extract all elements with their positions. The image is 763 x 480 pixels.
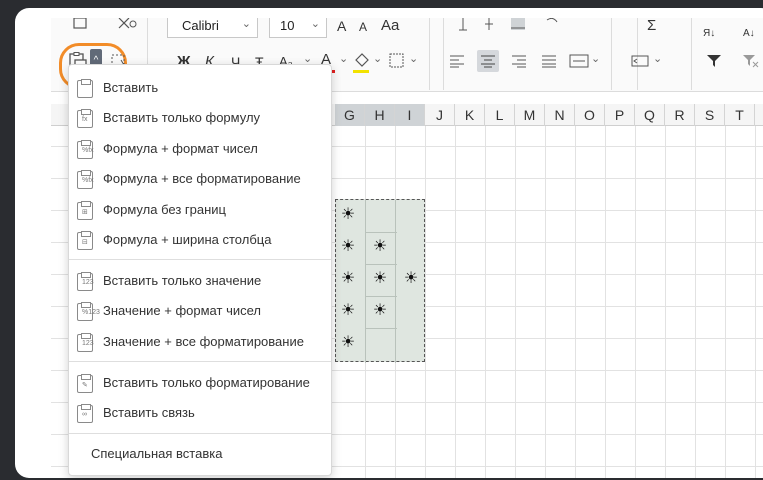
paste-link-icon: ∞ xyxy=(77,404,93,423)
align-center-button[interactable] xyxy=(477,50,499,72)
font-name-select[interactable]: Calibri ⌄ xyxy=(167,18,258,38)
column-header[interactable]: I xyxy=(395,104,425,126)
paste-values-number-format-icon: %123 xyxy=(77,302,100,321)
menu-item-paste-formatting[interactable]: ✎ Вставить только форматирование xyxy=(69,368,331,398)
sun-icon: ☀ xyxy=(372,238,388,255)
column-header[interactable]: K xyxy=(455,104,485,126)
font-size-select[interactable]: 10 ⌄ xyxy=(269,18,327,38)
paste-values-icon: 123 xyxy=(77,272,94,291)
column-header[interactable]: S xyxy=(695,104,725,126)
menu-item-label: Вставить связь xyxy=(103,405,195,420)
paste-values-all-formatting-icon: 123 xyxy=(77,333,94,352)
column-header[interactable]: P xyxy=(605,104,635,126)
clear-filter-icon[interactable] xyxy=(743,54,759,68)
sun-icon: ☀ xyxy=(340,302,356,319)
menu-item-label: Формула + формат чисел xyxy=(103,141,258,156)
column-header[interactable]: H xyxy=(365,104,395,126)
copy-icon[interactable] xyxy=(71,18,91,32)
menu-item-values-number-format[interactable]: %123 Значение + формат чисел xyxy=(69,296,331,326)
sort-ascending-button[interactable]: Я↓ xyxy=(703,24,715,44)
paste-formula-all-formatting-icon: %fx xyxy=(77,170,94,189)
sun-icon: ☀ xyxy=(340,238,356,255)
borders-icon[interactable] xyxy=(389,53,405,69)
column-header[interactable]: M xyxy=(515,104,545,126)
menu-item-paste-special[interactable]: Специальная вставка xyxy=(69,439,331,469)
paste-formula-column-width-icon: ⊟ xyxy=(77,231,93,250)
column-header[interactable]: L xyxy=(485,104,515,126)
ribbon-divider xyxy=(611,18,612,90)
filter-icon[interactable] xyxy=(707,54,721,68)
ribbon-divider xyxy=(443,18,444,90)
menu-item-formula-no-borders[interactable]: ⊞ Формула без границ xyxy=(69,195,331,225)
chevron-down-icon[interactable]: ⌄ xyxy=(409,52,418,65)
menu-item-label: Значение + формат чисел xyxy=(103,303,261,318)
column-header[interactable]: N xyxy=(545,104,575,126)
column-header[interactable]: T xyxy=(725,104,755,126)
menu-item-paste-values[interactable]: 123 Вставить только значение xyxy=(69,266,331,296)
sun-icon: ☀ xyxy=(340,334,356,351)
menu-item-formula-column-width[interactable]: ⊟ Формула + ширина столбца xyxy=(69,225,331,255)
menu-item-label: Формула без границ xyxy=(103,202,226,217)
fill-color-icon[interactable] xyxy=(353,52,371,70)
menu-item-label: Вставить только формулу xyxy=(103,110,261,125)
column-header[interactable]: J xyxy=(425,104,455,126)
sun-icon: ☀ xyxy=(372,270,388,287)
paste-options-menu: Вставить fx Вставить только формулу %fx … xyxy=(68,64,332,476)
menu-item-paste-link[interactable]: ∞ Вставить связь xyxy=(69,398,331,428)
sun-icon: ☀ xyxy=(340,270,356,287)
font-name-value: Calibri xyxy=(182,18,219,33)
chevron-down-icon: ⌄ xyxy=(310,18,320,30)
align-center-icon xyxy=(481,55,495,68)
align-right-icon[interactable] xyxy=(511,54,527,68)
column-header[interactable]: G xyxy=(335,104,365,126)
menu-item-formula-number-format[interactable]: %fx Формула + формат чисел xyxy=(69,134,331,164)
paste-icon xyxy=(77,79,93,98)
column-header[interactable]: Q xyxy=(635,104,665,126)
menu-divider xyxy=(69,361,331,362)
menu-item-formula-all-formatting[interactable]: %fx Формула + все форматирование xyxy=(69,164,331,194)
justify-icon[interactable] xyxy=(541,54,557,68)
menu-item-label: Вставить только форматирование xyxy=(103,375,310,390)
paste-formula-number-format-icon: %fx xyxy=(77,140,94,159)
font-size-value: 10 xyxy=(280,18,295,33)
paste-formatting-icon: ✎ xyxy=(77,374,93,393)
menu-divider xyxy=(69,433,331,434)
menu-item-label: Формула + ширина столбца xyxy=(103,232,272,247)
column-header[interactable]: O xyxy=(575,104,605,126)
decrease-font-button[interactable]: A xyxy=(359,20,367,34)
ribbon-divider xyxy=(691,18,692,90)
menu-item-label: Вставить xyxy=(103,80,159,95)
menu-divider xyxy=(69,259,331,260)
sun-icon: ☀ xyxy=(403,270,419,287)
menu-item-values-all-formatting[interactable]: 123 Значение + все форматирование xyxy=(69,327,331,357)
paste-formula-no-borders-icon: ⊞ xyxy=(77,201,93,220)
sun-icon: ☀ xyxy=(340,206,356,223)
chevron-down-icon[interactable]: ⌄ xyxy=(373,52,382,65)
align-left-icon[interactable] xyxy=(449,54,465,68)
fill-color-bar xyxy=(353,70,369,73)
sort-descending-button[interactable]: А↓ xyxy=(743,24,755,44)
menu-item-paste[interactable]: Вставить xyxy=(69,73,331,103)
change-case-button[interactable]: Aa xyxy=(381,18,399,34)
menu-item-label: Специальная вставка xyxy=(91,446,223,461)
paste-formula-icon: fx xyxy=(77,109,93,128)
cut-icon[interactable] xyxy=(115,18,139,32)
sun-icon: ☀ xyxy=(372,302,388,319)
column-header[interactable]: R xyxy=(665,104,695,126)
menu-item-paste-formula[interactable]: fx Вставить только формулу xyxy=(69,103,331,133)
menu-item-label: Формула + все форматирование xyxy=(103,171,301,186)
chevron-down-icon[interactable]: ⌄ xyxy=(339,52,348,65)
menu-item-label: Значение + все форматирование xyxy=(103,334,304,349)
chevron-down-icon: ⌄ xyxy=(241,18,251,30)
menu-item-label: Вставить только значение xyxy=(103,273,262,288)
autosum-button[interactable]: Σ xyxy=(647,18,656,34)
number-format-icon[interactable] xyxy=(629,53,651,69)
vertical-align-icons[interactable] xyxy=(459,18,579,34)
chevron-down-icon[interactable]: ⌄ xyxy=(653,52,662,65)
ribbon-divider xyxy=(429,18,430,90)
chevron-down-icon[interactable]: ⌄ xyxy=(591,52,600,65)
merge-cells-icon[interactable] xyxy=(569,54,589,68)
increase-font-button[interactable]: A xyxy=(337,18,346,34)
